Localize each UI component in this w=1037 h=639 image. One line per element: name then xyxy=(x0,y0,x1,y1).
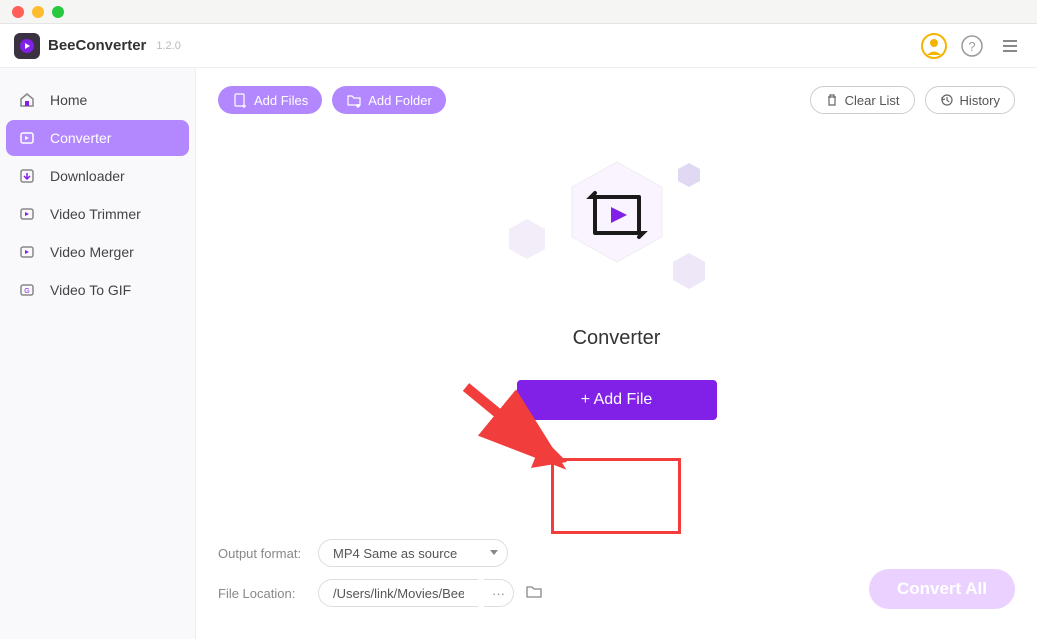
download-icon xyxy=(18,167,36,185)
add-folder-button[interactable]: Add Folder xyxy=(332,86,446,114)
toolbar: Add Files Add Folder Clear List History xyxy=(196,68,1037,114)
sidebar-item-home[interactable]: Home xyxy=(6,82,189,118)
sidebar-item-label: Home xyxy=(50,92,87,108)
sidebar-item-video-to-gif[interactable]: G Video To GIF xyxy=(6,272,189,308)
gif-icon: G xyxy=(18,281,36,299)
window-close-button[interactable] xyxy=(12,6,24,18)
add-folder-icon xyxy=(346,92,362,108)
converter-illustration xyxy=(517,157,717,297)
history-icon xyxy=(940,93,954,107)
svg-text:?: ? xyxy=(968,39,975,54)
empty-canvas: Converter + Add File xyxy=(196,114,1037,523)
menu-icon[interactable] xyxy=(997,33,1023,59)
content-area: Add Files Add Folder Clear List History xyxy=(196,68,1037,639)
window-titlebar xyxy=(0,0,1037,24)
file-location-input[interactable] xyxy=(318,579,478,607)
trimmer-icon xyxy=(18,205,36,223)
trash-icon xyxy=(825,93,839,107)
svg-text:G: G xyxy=(24,288,29,295)
sidebar-item-video-trimmer[interactable]: Video Trimmer xyxy=(6,196,189,232)
browse-folder-button[interactable] xyxy=(524,582,544,605)
app-logo xyxy=(14,33,40,59)
annotation-highlight-box xyxy=(551,458,681,534)
window-maximize-button[interactable] xyxy=(52,6,64,18)
sidebar-item-label: Video Merger xyxy=(50,244,134,260)
add-file-button[interactable]: + Add File xyxy=(517,380,717,420)
sidebar-item-converter[interactable]: Converter xyxy=(6,120,189,156)
sidebar-item-downloader[interactable]: Downloader xyxy=(6,158,189,194)
file-location-label: File Location: xyxy=(218,586,318,601)
sidebar-item-label: Video To GIF xyxy=(50,282,131,298)
history-button[interactable]: History xyxy=(925,86,1015,114)
sidebar-item-video-merger[interactable]: Video Merger xyxy=(6,234,189,270)
app-version: 1.2.0 xyxy=(156,40,180,52)
sidebar-item-label: Converter xyxy=(50,130,111,146)
user-account-icon[interactable] xyxy=(921,33,947,59)
add-files-icon xyxy=(232,92,248,108)
sidebar: Home Converter Downloader Video Trimmer … xyxy=(0,68,196,639)
converter-icon xyxy=(18,129,36,147)
page-title: Converter xyxy=(573,327,661,350)
home-icon xyxy=(18,91,36,109)
help-icon[interactable]: ? xyxy=(959,33,985,59)
app-header: BeeConverter 1.2.0 ? xyxy=(0,24,1037,68)
folder-icon xyxy=(524,582,544,602)
output-format-select[interactable]: MP4 Same as source xyxy=(318,539,508,567)
clear-list-button[interactable]: Clear List xyxy=(810,86,915,114)
output-format-label: Output format: xyxy=(218,546,318,561)
merger-icon xyxy=(18,243,36,261)
app-name: BeeConverter xyxy=(48,37,146,54)
sidebar-item-label: Downloader xyxy=(50,168,125,184)
file-location-more-button[interactable]: ··· xyxy=(484,579,514,607)
add-files-button[interactable]: Add Files xyxy=(218,86,322,114)
convert-all-button[interactable]: Convert All xyxy=(869,569,1015,609)
sidebar-item-label: Video Trimmer xyxy=(50,206,141,222)
window-minimize-button[interactable] xyxy=(32,6,44,18)
